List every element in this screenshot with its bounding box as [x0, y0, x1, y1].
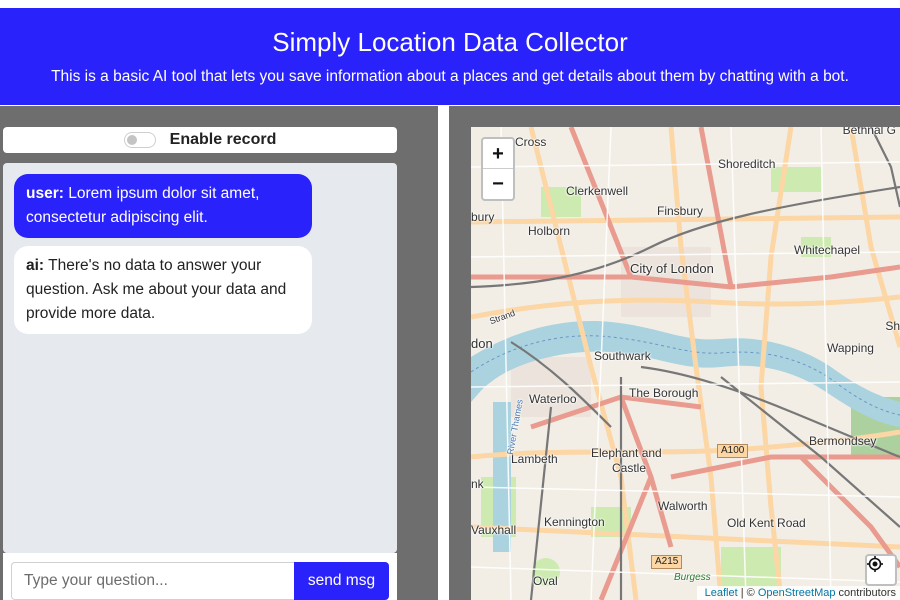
map-view[interactable]: Bethnal G Cross Shoreditch Clerkenwell F…: [471, 127, 900, 600]
map-label-burgess: Burgess: [674, 572, 711, 583]
map-label-sh: Sh: [885, 319, 900, 333]
map-label-southwark: Southwark: [594, 349, 651, 363]
map-label-clerkenwell: Clerkenwell: [566, 184, 629, 198]
map-label-oldkent: Old Kent Road: [727, 516, 806, 530]
attribution-separator: | ©: [737, 587, 758, 599]
map-label-wapping: Wapping: [827, 341, 874, 355]
locate-icon: [867, 556, 883, 572]
map-label-walworth: Walworth: [658, 499, 708, 513]
app-root: Simply Location Data Collector This is a…: [0, 0, 900, 600]
map-label-shoreditch: Shoreditch: [718, 157, 776, 171]
leaflet-link[interactable]: Leaflet: [705, 587, 738, 599]
message-role: ai:: [26, 257, 45, 274]
road-shield-a100: A100: [717, 444, 749, 458]
road-shield-a215: A215: [651, 555, 683, 569]
map-label-bermondsey: Bermondsey: [809, 434, 877, 448]
map-label-elephant: Elephant and: [591, 446, 662, 460]
map-label-nk: nk: [471, 477, 484, 491]
user-message: user: Lorem ipsum dolor sit amet, consec…: [14, 174, 312, 238]
map-label-cross: Cross: [515, 135, 547, 149]
message-text: There's no data to answer your question.…: [26, 257, 287, 322]
map-label-castle: Castle: [612, 461, 647, 475]
map-label-vauxhall: Vauxhall: [471, 523, 517, 537]
osm-link[interactable]: OpenStreetMap: [758, 587, 836, 599]
page-subtitle: This is a basic AI tool that lets you sa…: [51, 68, 849, 85]
record-bar: Enable record: [3, 127, 397, 153]
map-label-waterloo: Waterloo: [529, 392, 577, 406]
send-button[interactable]: send msg: [294, 562, 389, 600]
attribution-suffix: contributors: [835, 587, 896, 599]
map-label-don: don: [471, 336, 493, 351]
map-label-borough: The Borough: [629, 386, 699, 400]
record-label: Enable record: [169, 131, 277, 148]
zoom-in-button[interactable]: +: [483, 139, 513, 169]
map-label-kennington: Kennington: [544, 515, 605, 529]
map-label-holborn: Holborn: [528, 224, 571, 238]
map-panel: Bethnal G Cross Shoreditch Clerkenwell F…: [449, 106, 900, 600]
chat-history: user: Lorem ipsum dolor sit amet, consec…: [3, 163, 397, 553]
locate-button[interactable]: [865, 554, 897, 586]
map-label-finsbury: Finsbury: [657, 204, 704, 218]
zoom-out-button[interactable]: −: [483, 169, 513, 199]
toggle-knob: [126, 135, 137, 145]
ai-message: ai: There's no data to answer your quest…: [14, 246, 312, 334]
record-toggle[interactable]: [123, 132, 156, 148]
map-label-oval: Oval: [533, 574, 558, 588]
map-label-bethnal: Bethnal G: [842, 127, 896, 137]
message-role: user:: [26, 185, 64, 202]
zoom-control: + −: [481, 137, 515, 201]
map-label-lambeth: Lambeth: [511, 452, 558, 466]
app-header: Simply Location Data Collector This is a…: [0, 8, 900, 105]
page-title: Simply Location Data Collector: [272, 27, 628, 57]
question-input[interactable]: [11, 562, 298, 600]
map-label-bury: bury: [471, 210, 495, 224]
map-label-city: City of London: [630, 261, 714, 276]
map-tiles: [471, 127, 900, 600]
panel-divider: [438, 106, 449, 600]
chat-panel: Enable record user: Lorem ipsum dolor si…: [0, 106, 438, 600]
map-attribution: Leaflet | © OpenStreetMap contributors: [696, 586, 900, 600]
map-label-whitechapel: Whitechapel: [794, 243, 861, 257]
message-input-row: send msg: [3, 553, 397, 600]
